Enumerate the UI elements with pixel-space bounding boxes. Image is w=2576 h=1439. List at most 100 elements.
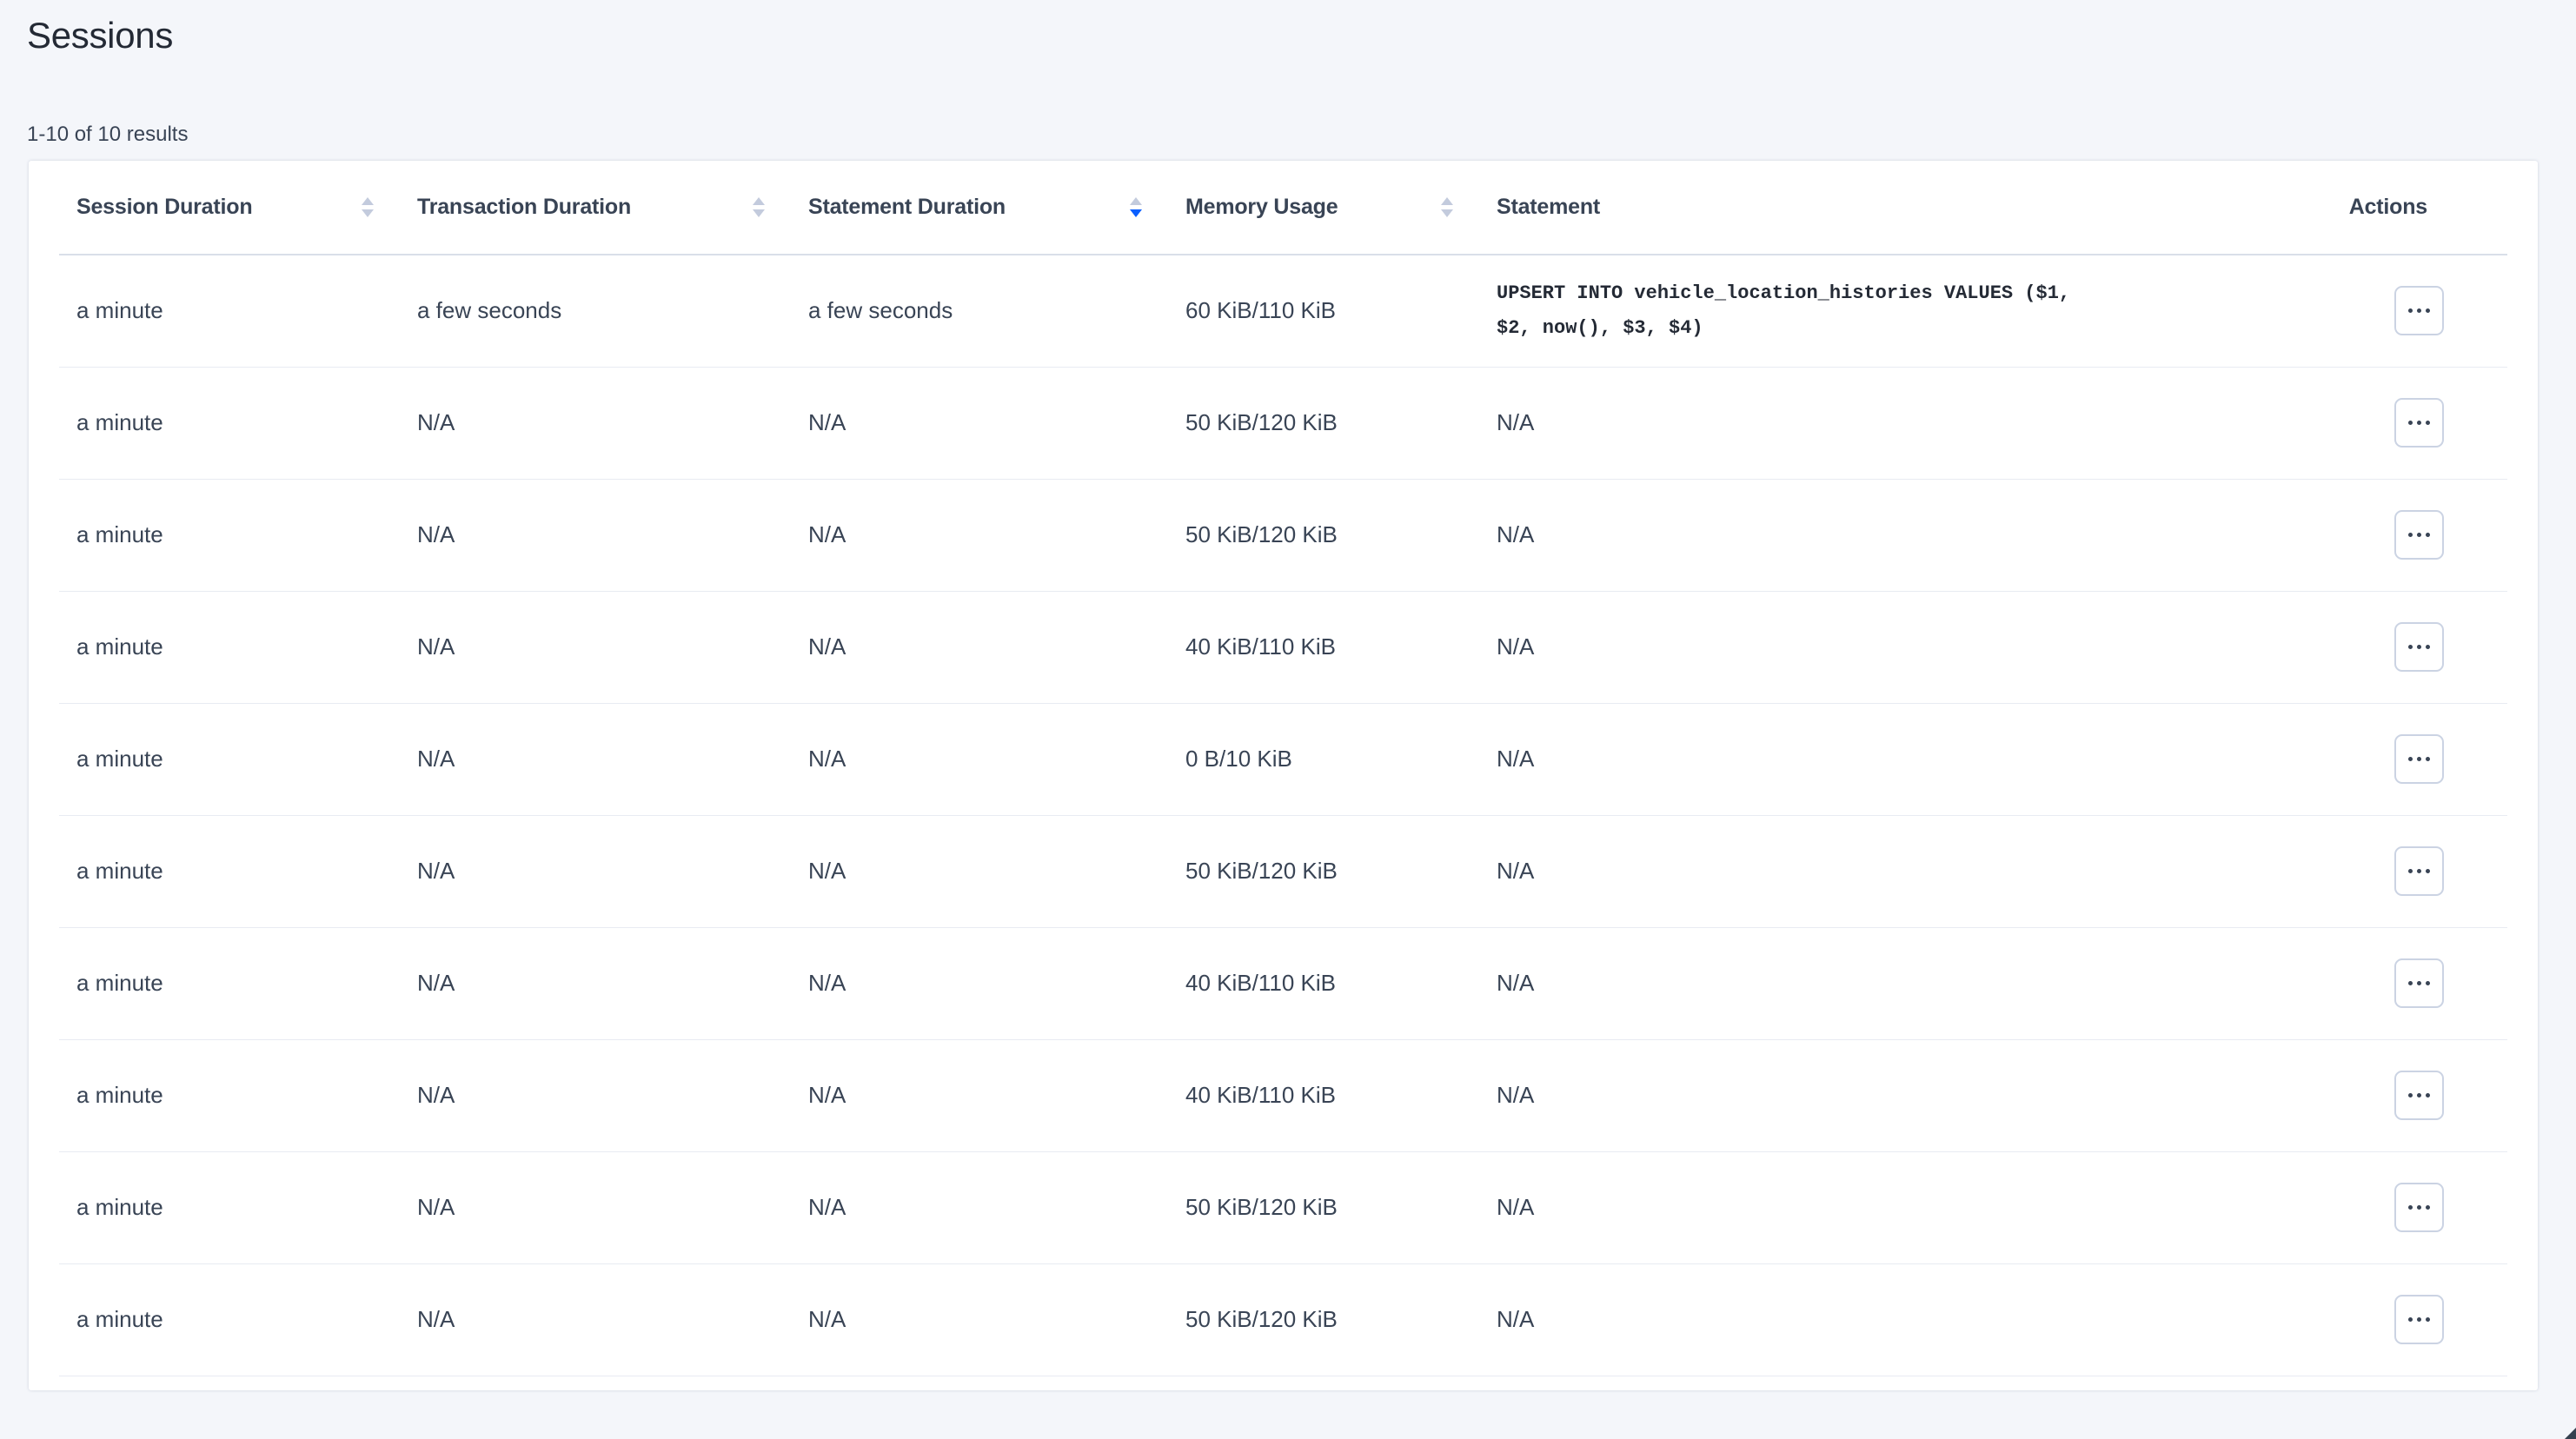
ellipsis-icon (2408, 869, 2413, 873)
statement-cell: N/A (1479, 927, 2338, 1039)
transaction-duration-cell: N/A (400, 479, 791, 591)
column-header-transaction-duration[interactable]: Transaction Duration (400, 161, 791, 255)
session-duration-cell: a minute (59, 703, 400, 815)
session-actions-button[interactable] (2394, 1071, 2444, 1120)
column-header-inner: Statement Duration (791, 195, 1168, 220)
ellipsis-icon (2408, 645, 2413, 649)
session-duration-cell: a minute (59, 815, 400, 927)
sort-icon (362, 197, 374, 217)
column-header-label: Session Duration (76, 195, 252, 220)
actions-cell (2338, 1151, 2507, 1263)
statement-cell: N/A (1479, 815, 2338, 927)
session-actions-button[interactable] (2394, 286, 2444, 335)
session-actions-button[interactable] (2394, 958, 2444, 1008)
session-duration-cell: a minute (59, 591, 400, 703)
column-header-statement: Statement (1479, 161, 2338, 255)
sessions-table-card: Session Duration Transaction Duration Stat… (29, 161, 2538, 1390)
session-duration-cell: a minute (59, 479, 400, 591)
transaction-duration-cell: N/A (400, 591, 791, 703)
page-title: Sessions (27, 12, 2576, 59)
sort-up-arrow-icon (1441, 197, 1453, 205)
sort-up-arrow-icon (1130, 197, 1142, 205)
session-row: a minuteN/AN/A50 KiB/120 KiBN/A (59, 479, 2507, 591)
column-header-label: Transaction Duration (417, 195, 631, 220)
session-actions-button[interactable] (2394, 1295, 2444, 1344)
ellipsis-icon (2426, 981, 2430, 985)
ellipsis-icon (2408, 981, 2413, 985)
statement-cell: UPSERT INTO vehicle_location_histories V… (1479, 255, 2338, 367)
column-header-memory-usage[interactable]: Memory Usage (1168, 161, 1479, 255)
ellipsis-icon (2426, 421, 2430, 425)
session-row: a minuteN/AN/A40 KiB/110 KiBN/A (59, 591, 2507, 703)
memory-usage-cell: 50 KiB/120 KiB (1168, 479, 1479, 591)
statement-cell: N/A (1479, 479, 2338, 591)
actions-cell (2338, 591, 2507, 703)
statement-duration-cell: a few seconds (791, 255, 1168, 367)
sort-up-arrow-icon (362, 197, 374, 205)
actions-cell (2338, 703, 2507, 815)
statement-duration-cell: N/A (791, 479, 1168, 591)
memory-usage-cell: 60 KiB/110 KiB (1168, 255, 1479, 367)
column-header-label: Statement Duration (808, 195, 1006, 220)
sort-icon (753, 197, 765, 217)
transaction-duration-cell: N/A (400, 703, 791, 815)
memory-usage-cell: 50 KiB/120 KiB (1168, 1151, 1479, 1263)
sort-icon (1441, 197, 1453, 217)
transaction-duration-cell: N/A (400, 1151, 791, 1263)
transaction-duration-cell: a few seconds (400, 255, 791, 367)
session-duration-cell: a minute (59, 367, 400, 479)
ellipsis-icon (2426, 869, 2430, 873)
session-actions-button[interactable] (2394, 734, 2444, 784)
session-duration-cell: a minute (59, 1039, 400, 1151)
memory-usage-cell: 40 KiB/110 KiB (1168, 591, 1479, 703)
statement-cell: N/A (1479, 1151, 2338, 1263)
actions-cell (2338, 479, 2507, 591)
column-header-inner: Actions (2338, 195, 2507, 220)
statement-duration-cell: N/A (791, 815, 1168, 927)
transaction-duration-cell: N/A (400, 815, 791, 927)
session-row: a minutea few secondsa few seconds60 KiB… (59, 255, 2507, 367)
ellipsis-icon (2426, 1205, 2430, 1210)
column-header-inner: Memory Usage (1168, 195, 1479, 220)
ellipsis-icon (2417, 421, 2421, 425)
session-actions-button[interactable] (2394, 846, 2444, 896)
statement-duration-cell: N/A (791, 1263, 1168, 1376)
session-duration-cell: a minute (59, 927, 400, 1039)
session-actions-button[interactable] (2394, 622, 2444, 672)
memory-usage-cell: 0 B/10 KiB (1168, 703, 1479, 815)
sort-down-arrow-icon (1130, 209, 1142, 217)
ellipsis-icon (2408, 1205, 2413, 1210)
actions-cell (2338, 1263, 2507, 1376)
ellipsis-icon (2408, 1317, 2413, 1322)
column-header-session-duration[interactable]: Session Duration (59, 161, 400, 255)
session-actions-button[interactable] (2394, 398, 2444, 448)
memory-usage-cell: 50 KiB/120 KiB (1168, 1263, 1479, 1376)
session-actions-button[interactable] (2394, 510, 2444, 560)
statement-duration-cell: N/A (791, 703, 1168, 815)
session-duration-cell: a minute (59, 1263, 400, 1376)
ellipsis-icon (2408, 533, 2413, 537)
ellipsis-icon (2426, 757, 2430, 761)
sort-down-arrow-icon (1441, 209, 1453, 217)
sessions-table: Session Duration Transaction Duration Stat… (59, 161, 2507, 1376)
column-header-statement-duration[interactable]: Statement Duration (791, 161, 1168, 255)
statement-cell: N/A (1479, 591, 2338, 703)
session-row: a minuteN/AN/A50 KiB/120 KiBN/A (59, 1151, 2507, 1263)
statement-duration-cell: N/A (791, 927, 1168, 1039)
actions-cell (2338, 927, 2507, 1039)
sort-up-arrow-icon (753, 197, 765, 205)
transaction-duration-cell: N/A (400, 1263, 791, 1376)
ellipsis-icon (2426, 533, 2430, 537)
statement-duration-cell: N/A (791, 367, 1168, 479)
statement-duration-cell: N/A (791, 591, 1168, 703)
statement-duration-cell: N/A (791, 1039, 1168, 1151)
ellipsis-icon (2417, 869, 2421, 873)
ellipsis-icon (2408, 421, 2413, 425)
statement-cell: N/A (1479, 1039, 2338, 1151)
sort-desc-icon (1130, 197, 1142, 217)
session-actions-button[interactable] (2394, 1183, 2444, 1232)
statement-duration-cell: N/A (791, 1151, 1168, 1263)
session-duration-cell: a minute (59, 255, 400, 367)
session-row: a minuteN/AN/A50 KiB/120 KiBN/A (59, 367, 2507, 479)
transaction-duration-cell: N/A (400, 1039, 791, 1151)
